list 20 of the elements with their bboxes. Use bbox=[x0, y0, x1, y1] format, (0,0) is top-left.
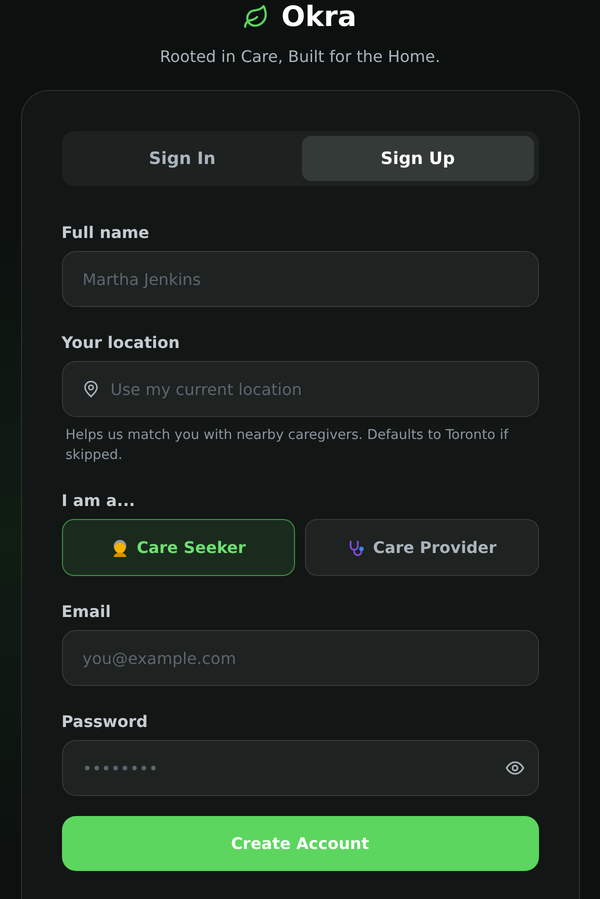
location-field[interactable]: Use my current location bbox=[62, 361, 538, 417]
field-label: I am a... bbox=[62, 491, 136, 510]
brand-name: Okra bbox=[281, 0, 357, 33]
field-label: Email bbox=[62, 602, 112, 621]
stethoscope-icon bbox=[346, 538, 365, 556]
password-field[interactable]: •••••••• bbox=[62, 740, 538, 796]
role-option[interactable]: Care Provider bbox=[305, 519, 538, 576]
location-pin-icon bbox=[82, 380, 100, 398]
tab[interactable]: Sign In bbox=[66, 136, 298, 181]
email-field[interactable]: you@example.com bbox=[62, 630, 538, 686]
person-icon bbox=[110, 538, 129, 556]
tagline: Rooted in Care, Built for the Home. bbox=[160, 47, 440, 66]
name-field[interactable]: Martha Jenkins bbox=[62, 251, 538, 307]
leaf-icon bbox=[243, 4, 270, 30]
field-label: Your location bbox=[62, 333, 181, 352]
field-label: Password bbox=[62, 712, 149, 731]
field-hint: Helps us match you with nearby caregivers. Defaults to Toronto if skipped. bbox=[66, 426, 510, 465]
role-option[interactable]: Care Seeker bbox=[62, 519, 295, 576]
tab[interactable]: Sign Up bbox=[302, 136, 534, 181]
field-label: Full name bbox=[62, 223, 150, 242]
